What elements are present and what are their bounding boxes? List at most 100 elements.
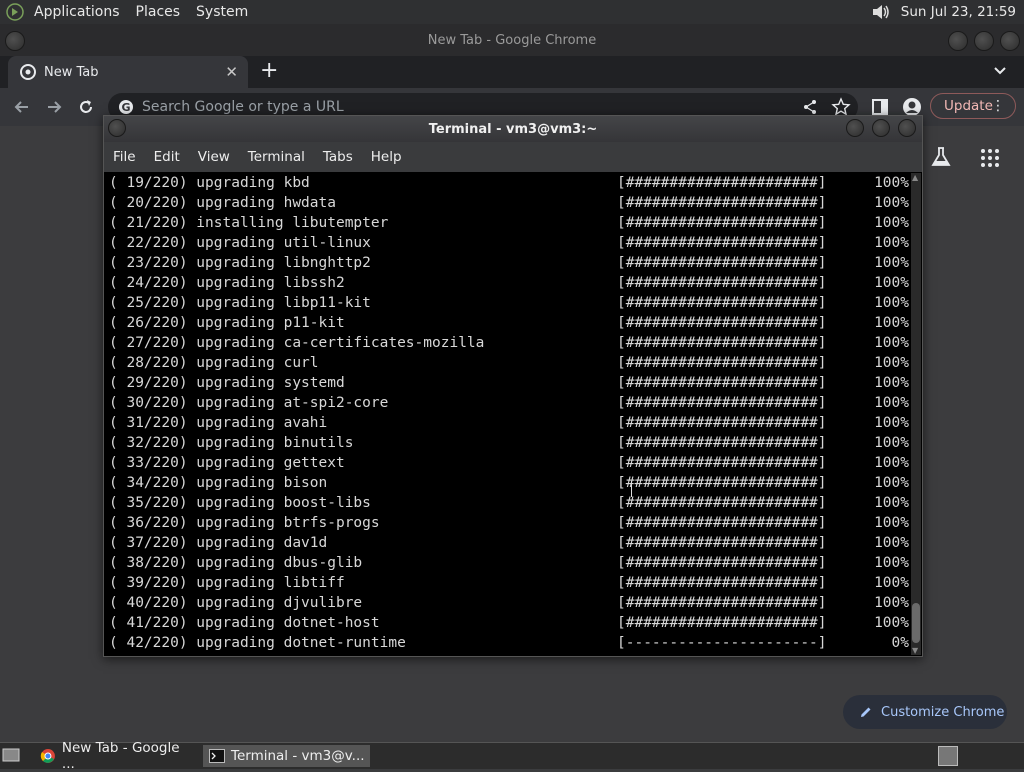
- reload-icon[interactable]: [76, 97, 96, 117]
- omnibox-placeholder: Search Google or type a URL: [142, 99, 344, 115]
- terminal-progress-percent: 100%: [874, 275, 909, 291]
- terminal-line-text: ( 29/220) upgrading systemd: [109, 375, 345, 391]
- terminal-window-menu-button[interactable]: [108, 119, 126, 137]
- side-panel-icon[interactable]: [870, 97, 890, 117]
- terminal-progress-percent: 100%: [874, 455, 909, 471]
- terminal-scrollbar[interactable]: ▲ ▼: [911, 173, 921, 655]
- profile-avatar-icon[interactable]: [902, 97, 922, 117]
- star-icon[interactable]: [831, 97, 851, 117]
- terminal-line: ( 27/220) upgrading ca-certificates-mozi…: [109, 333, 909, 353]
- google-apps-grid-icon[interactable]: [980, 148, 1000, 168]
- maximize-button[interactable]: [974, 31, 994, 51]
- google-g-icon: G: [119, 100, 133, 114]
- terminal-progress-bar: [######################]: [617, 295, 827, 311]
- terminal-progress-bar: [######################]: [617, 235, 827, 251]
- terminal-line-text: ( 23/220) upgrading libnghttp2: [109, 255, 371, 271]
- chrome-icon: [20, 64, 36, 80]
- terminal-progress-percent: 100%: [874, 255, 909, 271]
- terminal-progress-bar: [######################]: [617, 255, 827, 271]
- terminal-line-text: ( 28/220) upgrading curl: [109, 355, 319, 371]
- pencil-icon: [861, 707, 871, 717]
- terminal-progress-bar: [----------------------]: [617, 635, 827, 651]
- terminal-line: ( 39/220) upgrading libtiff [############…: [109, 573, 909, 593]
- mouse-text-cursor: [631, 481, 632, 497]
- terminal-titlebar[interactable]: Terminal - vm3@vm3:~: [104, 116, 922, 142]
- terminal-progress-bar: [######################]: [617, 455, 827, 471]
- terminal-line: ( 23/220) upgrading libnghttp2 [#########…: [109, 253, 909, 273]
- tab-new-tab[interactable]: New Tab ✕: [8, 56, 248, 88]
- task-terminal-label: Terminal - vm3@v...: [231, 748, 365, 764]
- terminal-line: ( 30/220) upgrading at-spi2-core [#######…: [109, 393, 909, 413]
- menu-tabs[interactable]: Tabs: [314, 149, 362, 165]
- terminal-line-text: ( 25/220) upgrading libp11-kit: [109, 295, 371, 311]
- panel-clock[interactable]: Sun Jul 23, 21:59: [901, 4, 1016, 20]
- volume-icon[interactable]: [871, 3, 891, 21]
- update-button[interactable]: Update ⋮: [930, 93, 1016, 119]
- terminal-progress-bar: [######################]: [617, 535, 827, 551]
- new-tab-button[interactable]: +: [260, 60, 278, 82]
- share-icon[interactable]: [800, 97, 820, 117]
- menu-view[interactable]: View: [189, 149, 239, 165]
- terminal-minimize-button[interactable]: [846, 119, 864, 137]
- scroll-down-arrow-icon[interactable]: ▼: [912, 646, 918, 655]
- task-chrome[interactable]: New Tab - Google ...: [34, 740, 196, 772]
- menu-terminal[interactable]: Terminal: [239, 149, 314, 165]
- applications-menu[interactable]: Applications: [26, 0, 128, 24]
- menu-edit[interactable]: Edit: [145, 149, 189, 165]
- terminal-line-text: ( 30/220) upgrading at-spi2-core: [109, 395, 389, 411]
- window-menu-button[interactable]: [5, 31, 25, 51]
- tab-close-icon[interactable]: ✕: [225, 63, 238, 81]
- forward-arrow-icon[interactable]: [44, 97, 64, 117]
- terminal-progress-percent: 100%: [874, 415, 909, 431]
- chevron-down-icon[interactable]: [992, 62, 1008, 78]
- terminal-line-text: ( 19/220) upgrading kbd: [109, 175, 310, 191]
- chrome-titlebar[interactable]: New Tab - Google Chrome: [0, 24, 1024, 56]
- labs-flask-icon[interactable]: [930, 146, 952, 168]
- terminal-close-button[interactable]: [898, 119, 916, 137]
- terminal-line: ( 21/220) installing libutempter [#######…: [109, 213, 909, 233]
- show-desktop-icon[interactable]: [2, 747, 20, 763]
- terminal-title: Terminal - vm3@vm3:~: [428, 121, 598, 137]
- terminal-progress-percent: 100%: [874, 295, 909, 311]
- terminal-icon: [209, 749, 225, 763]
- terminal-line: ( 41/220) upgrading dotnet-host [########…: [109, 613, 909, 633]
- terminal-progress-bar: [######################]: [617, 175, 827, 191]
- task-terminal[interactable]: Terminal - vm3@v...: [203, 745, 370, 767]
- terminal-scroll-thumb[interactable]: [912, 603, 920, 643]
- scroll-up-arrow-icon[interactable]: ▲: [912, 173, 918, 182]
- menu-file[interactable]: File: [104, 149, 145, 165]
- terminal-progress-percent: 0%: [891, 635, 909, 651]
- terminal-line-text: ( 36/220) upgrading btrfs-progs: [109, 515, 380, 531]
- terminal-progress-percent: 100%: [874, 175, 909, 191]
- chrome-menu-icon[interactable]: ⋮: [991, 98, 1005, 114]
- customize-chrome-button[interactable]: Customize Chrome: [843, 695, 1007, 729]
- menu-help[interactable]: Help: [362, 149, 411, 165]
- terminal-line-text: ( 39/220) upgrading libtiff: [109, 575, 345, 591]
- terminal-progress-percent: 100%: [874, 535, 909, 551]
- update-label: Update: [944, 98, 993, 114]
- terminal-progress-percent: 100%: [874, 235, 909, 251]
- terminal-line: ( 33/220) upgrading gettext [############…: [109, 453, 909, 473]
- terminal-line-text: ( 33/220) upgrading gettext: [109, 455, 345, 471]
- terminal-line: ( 20/220) upgrading hwdata [#############…: [109, 193, 909, 213]
- terminal-line: ( 26/220) upgrading p11-kit [############…: [109, 313, 909, 333]
- terminal-output[interactable]: ( 19/220) upgrading kbd [################…: [109, 173, 909, 655]
- terminal-window[interactable]: Terminal - vm3@vm3:~ File Edit View Term…: [103, 115, 923, 657]
- terminal-line: ( 34/220) upgrading bison [##############…: [109, 473, 909, 493]
- terminal-progress-percent: 100%: [874, 555, 909, 571]
- terminal-line: ( 19/220) upgrading kbd [################…: [109, 173, 909, 193]
- workspace-switcher[interactable]: [938, 746, 958, 766]
- terminal-maximize-button[interactable]: [872, 119, 890, 137]
- places-menu[interactable]: Places: [128, 0, 189, 24]
- distro-logo-icon[interactable]: [6, 3, 24, 21]
- minimize-button[interactable]: [948, 31, 968, 51]
- back-arrow-icon[interactable]: [12, 97, 32, 117]
- system-menu[interactable]: System: [188, 0, 256, 24]
- terminal-progress-bar: [######################]: [617, 355, 827, 371]
- terminal-progress-percent: 100%: [874, 575, 909, 591]
- terminal-progress-percent: 100%: [874, 495, 909, 511]
- close-button[interactable]: [1000, 31, 1020, 51]
- terminal-progress-percent: 100%: [874, 615, 909, 631]
- terminal-progress-bar: [######################]: [617, 515, 827, 531]
- terminal-line-text: ( 40/220) upgrading djvulibre: [109, 595, 363, 611]
